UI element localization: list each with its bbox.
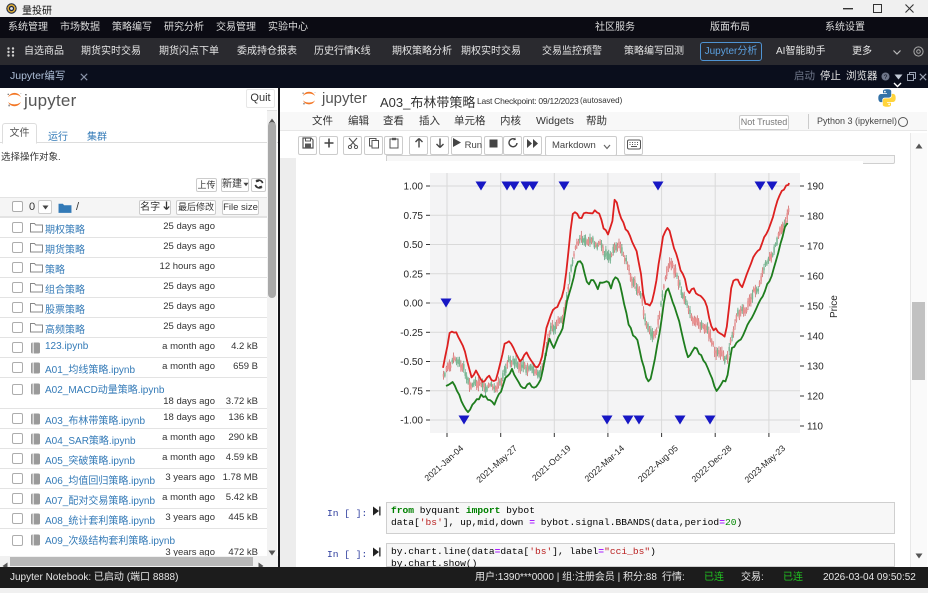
svg-text:0.75: 0.75 (404, 211, 424, 222)
svg-text:180: 180 (807, 212, 824, 223)
svg-text:160: 160 (807, 272, 824, 283)
svg-text:0.50: 0.50 (404, 240, 424, 251)
svg-text:150: 150 (807, 302, 824, 313)
svg-text:-0.50: -0.50 (400, 357, 423, 368)
svg-text:130: 130 (807, 362, 824, 373)
svg-text:170: 170 (807, 242, 824, 253)
svg-text:-1.00: -1.00 (400, 416, 423, 427)
svg-text:0.00: 0.00 (404, 299, 424, 310)
svg-text:1.00: 1.00 (404, 182, 424, 193)
svg-text:?: ? (884, 74, 888, 81)
svg-text:Price: Price (829, 295, 840, 318)
svg-text:110: 110 (807, 422, 823, 433)
svg-text:190: 190 (807, 182, 824, 193)
svg-text:140: 140 (807, 332, 824, 343)
svg-text:120: 120 (807, 392, 824, 403)
svg-text:-0.25: -0.25 (400, 328, 423, 339)
svg-text:0.25: 0.25 (404, 269, 424, 280)
svg-text:-0.75: -0.75 (400, 386, 423, 397)
